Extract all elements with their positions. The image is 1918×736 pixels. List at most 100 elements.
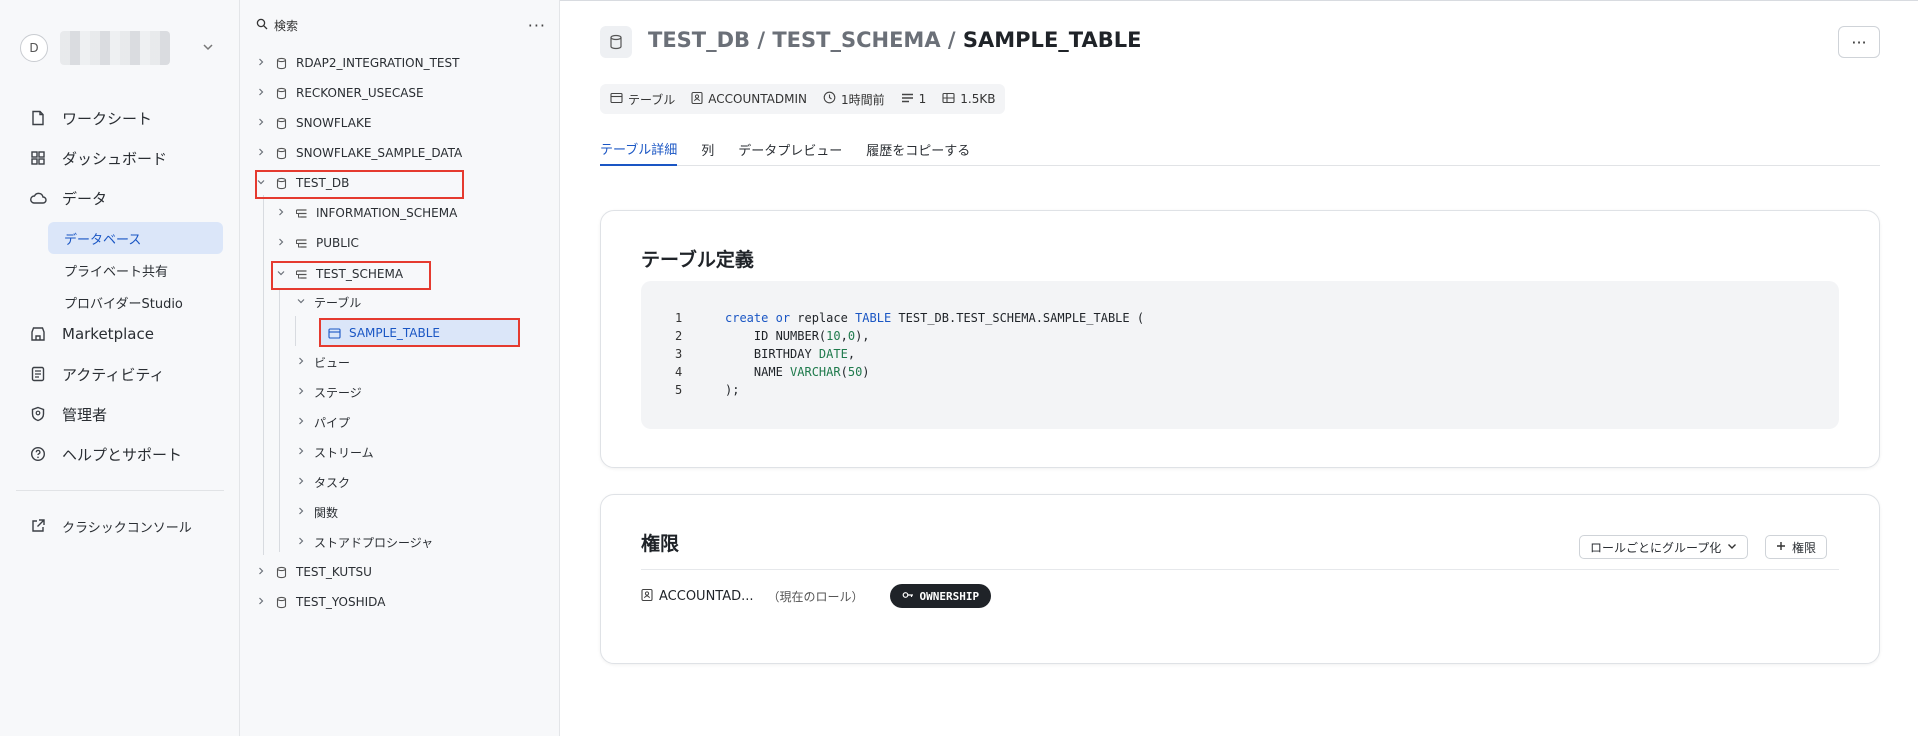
tree-node-category[interactable]: ステージ [294, 379, 362, 405]
nav-item-dashboards[interactable]: ダッシュボード [28, 142, 223, 174]
database-icon [274, 177, 288, 190]
database-icon [274, 117, 288, 130]
tree-node-database[interactable]: TEST_YOSHIDA [254, 589, 385, 615]
table-icon [327, 327, 341, 339]
user-menu[interactable]: D [20, 30, 220, 66]
main-content: TEST_DB / TEST_SCHEMA / SAMPLE_TABLE ···… [560, 0, 1918, 736]
chevron-right-icon[interactable] [254, 148, 268, 159]
nav-label: データ [62, 189, 108, 208]
meta-time: 1時間前 [823, 91, 885, 108]
tree-node-category[interactable]: ストリーム [294, 439, 374, 465]
nav-item-marketplace[interactable]: Marketplace [28, 318, 223, 350]
tree-node-category[interactable]: テーブル [294, 289, 361, 315]
chevron-right-icon[interactable] [294, 537, 308, 548]
chevron-right-icon[interactable] [274, 208, 288, 219]
tree-node-label: TEST_DB [296, 176, 350, 190]
code-line: 4 NAME VARCHAR(50) [641, 365, 1839, 383]
tree-node-database[interactable]: SNOWFLAKE_SAMPLE_DATA [254, 140, 462, 166]
avatar: D [20, 34, 48, 62]
tree-node-category[interactable]: パイプ [294, 409, 350, 435]
nav-label: Marketplace [62, 325, 154, 343]
chevron-right-icon[interactable] [254, 118, 268, 129]
nav-item-activity[interactable]: アクティビティ [28, 358, 223, 390]
chevron-right-icon[interactable] [294, 357, 308, 368]
left-navigation: D ワークシート ダッシュボード データ データベース プライベート共有 プロバ… [0, 0, 240, 736]
add-privilege-button[interactable]: 権限 [1765, 535, 1828, 559]
grid-icon [28, 150, 48, 166]
table-icon [610, 92, 623, 107]
card-title: 権限 [641, 533, 680, 555]
database-icon [274, 596, 288, 609]
file-icon [28, 110, 48, 126]
chevron-down-icon[interactable] [254, 178, 268, 189]
chevron-right-icon[interactable] [294, 447, 308, 458]
tree-node-category[interactable]: 関数 [294, 499, 338, 525]
chevron-right-icon[interactable] [254, 88, 268, 99]
meta-time-label: 1時間前 [840, 92, 885, 107]
tree-node-schema[interactable]: INFORMATION_SCHEMA [274, 200, 457, 226]
tree-node-category[interactable]: ビュー [294, 349, 350, 375]
chevron-right-icon[interactable] [274, 238, 288, 249]
tree-node-database[interactable]: TEST_DB [254, 170, 349, 196]
tab-table-details[interactable]: テーブル詳細 [600, 132, 678, 166]
crumb-database[interactable]: TEST_DB [648, 28, 750, 52]
tree-node-schema[interactable]: PUBLIC [274, 230, 359, 256]
table-metadata: テーブル ACCOUNTADMIN 1時間前 1 1.5KB [600, 84, 1006, 114]
nav-item-worksheets[interactable]: ワークシート [28, 102, 223, 134]
chevron-right-icon[interactable] [294, 477, 308, 488]
tree-node-schema[interactable]: TEST_SCHEMA [274, 261, 403, 287]
chevron-down-icon[interactable] [274, 269, 288, 280]
privilege-badge[interactable]: OWNERSHIP [889, 584, 992, 608]
sql-code-block[interactable]: 1 create or replace TABLE TEST_DB.TEST_SC… [641, 281, 1839, 429]
schema-icon [294, 238, 308, 249]
database-icon [600, 26, 632, 58]
activity-icon [28, 366, 48, 382]
nav-sub-private-sharing[interactable]: プライベート共有 [48, 254, 223, 286]
nav-item-classic-console[interactable]: クラシックコンソール [28, 510, 223, 542]
nav-item-data[interactable]: データ [28, 182, 223, 214]
nav-item-admin[interactable]: 管理者 [28, 398, 223, 430]
chevron-right-icon[interactable] [254, 597, 268, 608]
tree-node-label: INFORMATION_SCHEMA [316, 206, 458, 220]
more-actions-button[interactable]: ··· [1838, 26, 1880, 58]
external-link-icon [28, 518, 48, 534]
chevron-right-icon[interactable] [294, 507, 308, 518]
chevron-right-icon[interactable] [294, 417, 308, 428]
search-bar[interactable]: 検索 ··· [256, 14, 546, 36]
nav-sub-provider-studio[interactable]: プロバイダーStudio [48, 286, 223, 318]
nav-item-help[interactable]: ヘルプとサポート [28, 438, 223, 470]
crumb-separator: / [750, 28, 773, 52]
tree-node-database[interactable]: RECKONER_USECASE [254, 80, 424, 106]
tree-node-database[interactable]: SNOWFLAKE [254, 110, 371, 136]
chevron-down-icon[interactable] [294, 297, 308, 308]
tree-node-label: ビュー [314, 355, 351, 370]
chevron-right-icon[interactable] [254, 58, 268, 69]
nav-label: クラシックコンソール [62, 520, 192, 536]
tree-node-table[interactable]: SAMPLE_TABLE [321, 320, 518, 346]
tab-copy-history[interactable]: 履歴をコピーする [866, 132, 970, 166]
more-options-icon[interactable]: ··· [528, 16, 546, 35]
meta-owner: ACCOUNTADMIN [691, 91, 807, 107]
nav-divider [16, 490, 224, 491]
redacted-username [60, 31, 170, 65]
tree-node-category[interactable]: タスク [294, 469, 350, 495]
tree-node-database[interactable]: TEST_KUTSU [254, 559, 372, 585]
group-by-role-dropdown[interactable]: ロールごとにグループ化 [1579, 535, 1749, 559]
role-name: ACCOUNTAD... [659, 588, 754, 604]
clock-icon [823, 91, 836, 107]
nav-sub-databases[interactable]: データベース [48, 222, 223, 254]
tab-data-preview[interactable]: データプレビュー [738, 132, 842, 166]
crumb-schema[interactable]: TEST_SCHEMA [772, 28, 940, 52]
tree-node-category[interactable]: ストアドプロシージャ [294, 529, 433, 555]
line-number: 4 [675, 365, 683, 379]
search-icon [256, 18, 268, 33]
tree-node-database[interactable]: RDAP2_INTEGRATION_TEST [254, 50, 459, 76]
nav-sub-label: プライベート共有 [64, 264, 169, 280]
plus-icon [1776, 540, 1786, 554]
tree-node-label: ストアドプロシージャ [314, 535, 434, 550]
chevron-right-icon[interactable] [294, 387, 308, 398]
chevron-right-icon[interactable] [254, 567, 268, 578]
tree-guide-line [295, 316, 296, 346]
tab-columns[interactable]: 列 [701, 132, 714, 166]
line-number: 1 [675, 311, 683, 325]
